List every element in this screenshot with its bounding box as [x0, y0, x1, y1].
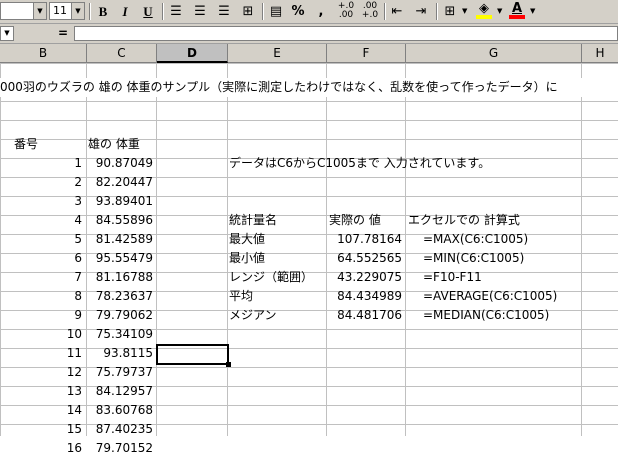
formula-input[interactable] [74, 26, 618, 41]
formula-equals-button[interactable]: = [58, 26, 68, 41]
increase-decimal-button[interactable]: +.0 .00 [335, 2, 357, 21]
font-size-value: 11 [53, 4, 67, 17]
row-number-cell[interactable]: 4 [0, 211, 82, 230]
weight-cell[interactable]: 78.23637 [87, 287, 153, 306]
row-number-cell[interactable]: 11 [0, 344, 82, 363]
selected-cell[interactable] [156, 344, 231, 367]
stat-formula-cell[interactable]: =MIN(C6:C1005) [423, 249, 524, 268]
weight-cell[interactable]: 93.8115 [87, 344, 153, 363]
increase-indent-icon[interactable]: ⇥ [412, 2, 430, 21]
row-number-cell[interactable]: 12 [0, 363, 82, 382]
stat-value-cell[interactable]: 84.481706 [327, 306, 402, 325]
column-header-c[interactable]: C [87, 44, 157, 63]
percent-button[interactable]: % [290, 2, 306, 21]
name-box[interactable]: ▼ [0, 26, 14, 41]
row-number-cell[interactable]: 13 [0, 382, 82, 401]
chevron-down-icon[interactable]: ▼ [71, 3, 84, 19]
stat-name-cell[interactable]: 最小値 [229, 249, 265, 268]
stat-value-cell[interactable]: 107.78164 [327, 230, 402, 249]
row-number-cell[interactable]: 5 [0, 230, 82, 249]
stat-formula-cell[interactable]: =MAX(C6:C1005) [423, 230, 528, 249]
stat-name-cell[interactable]: メジアン [229, 306, 277, 325]
stat-formula-cell[interactable]: =AVERAGE(C6:C1005) [423, 287, 557, 306]
stat-value-cell[interactable]: 64.552565 [327, 249, 402, 268]
row-number-cell[interactable]: 8 [0, 287, 82, 306]
chevron-down-icon[interactable]: ▼ [33, 3, 46, 19]
stat-name-cell[interactable]: 最大値 [229, 230, 265, 249]
comma-button[interactable]: , [314, 2, 328, 21]
stat-name-cell[interactable]: レンジ（範囲） [229, 268, 313, 287]
row-number-cell[interactable]: 15 [0, 420, 82, 439]
weight-cell[interactable]: 90.87049 [87, 154, 153, 173]
merge-center-icon[interactable]: ⊞ [239, 2, 257, 21]
row-number-cell[interactable]: 10 [0, 325, 82, 344]
chevron-down-icon[interactable]: ▼ [4, 29, 9, 37]
borders-icon[interactable]: ⊞ [441, 2, 459, 21]
row-number-cell[interactable]: 9 [0, 306, 82, 325]
decrease-decimal-button[interactable]: .00 +.0 [359, 2, 381, 21]
weight-cell[interactable]: 81.16788 [87, 268, 153, 287]
weight-cell[interactable]: 84.12957 [87, 382, 153, 401]
weight-cell[interactable]: 83.60768 [87, 401, 153, 420]
weight-cell[interactable]: 75.34109 [87, 325, 153, 344]
row-number-cell[interactable]: 3 [0, 192, 82, 211]
font-color-icon[interactable]: A [508, 2, 526, 21]
title-cell[interactable]: 000羽のウズラの 雄の 体重のサンプル（実際に測定したわけではなく、乱数を使っ… [0, 78, 618, 97]
stat-name-cell[interactable]: 平均 [229, 287, 253, 306]
underline-button[interactable]: U [141, 2, 155, 21]
weight-cell[interactable]: 82.20447 [87, 173, 153, 192]
row-number-cell[interactable]: 14 [0, 401, 82, 420]
font-size-combo[interactable]: 11 ▼ [49, 2, 85, 20]
stat-formula-cell[interactable]: =F10-F11 [423, 268, 482, 287]
align-center-icon[interactable]: ☰ [192, 2, 208, 21]
column-header-f[interactable]: F [327, 44, 406, 63]
chevron-down-icon[interactable]: ▼ [497, 2, 502, 21]
weight-cell[interactable]: 93.89401 [87, 192, 153, 211]
bold-button[interactable]: B [96, 2, 110, 21]
weight-cell[interactable]: 79.79062 [87, 306, 153, 325]
weight-cell[interactable]: 75.79737 [87, 363, 153, 382]
column-header-h[interactable]: H [582, 44, 618, 63]
stat-value-cell[interactable]: 43.229075 [327, 268, 402, 287]
weight-cell[interactable]: 95.55479 [87, 249, 153, 268]
column-header-d[interactable]: D [157, 44, 228, 63]
stat-formula-cell[interactable]: =MEDIAN(C6:C1005) [423, 306, 549, 325]
chevron-down-icon[interactable]: ▼ [530, 2, 535, 21]
row-number-cell[interactable]: 7 [0, 268, 82, 287]
row-number-cell[interactable]: 16 [0, 439, 82, 458]
fill-handle[interactable] [226, 362, 231, 367]
column-header-g[interactable]: G [406, 44, 582, 63]
weight-cell[interactable]: 84.55896 [87, 211, 153, 230]
font-name-combo[interactable]: ▼ [0, 2, 47, 20]
weight-cell[interactable]: 87.40235 [87, 420, 153, 439]
decrease-indent-icon[interactable]: ⇤ [388, 2, 406, 21]
formatting-toolbar: ▼ 11 ▼ B I U ☰ ☰ ☰ ⊞ ▤ % , +.0 .00 .00 +… [0, 0, 618, 24]
stats-name-header[interactable]: 統計量名 [229, 211, 277, 230]
note-cell[interactable]: データはC6からC1005まで 入力されています。 [229, 154, 490, 173]
formula-bar: ▼ = [0, 24, 618, 44]
fill-color-icon[interactable]: ◈ [475, 2, 493, 21]
stats-value-header[interactable]: 実際の 値 [329, 211, 381, 230]
italic-button[interactable]: I [118, 2, 132, 21]
stats-formula-header[interactable]: エクセルでの 計算式 [408, 211, 520, 230]
number-header[interactable]: 番号 [14, 135, 38, 154]
weight-cell[interactable]: 79.70152 [87, 439, 153, 458]
align-right-icon[interactable]: ☰ [216, 2, 232, 21]
align-left-icon[interactable]: ☰ [168, 2, 184, 21]
currency-icon[interactable]: ▤ [267, 2, 285, 21]
weight-header[interactable]: 雄の 体重 [88, 135, 140, 154]
row-number-cell[interactable]: 6 [0, 249, 82, 268]
row-number-cell[interactable]: 2 [0, 173, 82, 192]
chevron-down-icon[interactable]: ▼ [462, 2, 467, 21]
row-number-cell[interactable]: 1 [0, 154, 82, 173]
column-header-b[interactable]: B [0, 44, 87, 63]
stat-value-cell[interactable]: 84.434989 [327, 287, 402, 306]
weight-cell[interactable]: 81.42589 [87, 230, 153, 249]
column-header-e[interactable]: E [228, 44, 327, 63]
